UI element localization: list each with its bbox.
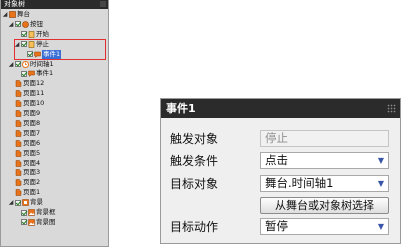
event-icon [28, 70, 35, 78]
tree-item[interactable]: 背景图 [1, 218, 108, 227]
page-icon [15, 189, 22, 196]
tree-item-label: 页面10 [23, 99, 45, 108]
tree-item[interactable]: 页面7 [1, 129, 108, 138]
image-icon [28, 219, 35, 226]
tree-item-label: 页面12 [23, 79, 45, 88]
visibility-checkbox[interactable] [21, 31, 27, 38]
visibility-checkbox[interactable] [15, 61, 21, 67]
tree-item[interactable]: 页面12 [1, 79, 108, 88]
target-action-label: 目标动作 [170, 220, 219, 234]
tree-item[interactable]: 页面9 [1, 109, 108, 118]
expand-toggle-icon[interactable]: ◢ [8, 198, 14, 207]
trigger-condition-select[interactable]: 点击 ▼ [260, 152, 389, 169]
tree-item-label: 事件1 [36, 69, 54, 78]
trigger-condition-label: 触发条件 [170, 154, 219, 168]
timeline-icon [22, 60, 29, 68]
chevron-down-icon[interactable]: ▼ [375, 220, 387, 233]
page-icon [15, 90, 22, 97]
tree-item[interactable]: ◢ 背景 [1, 198, 108, 207]
tree-item-label: 时间轴1 [30, 59, 54, 68]
visibility-checkbox[interactable] [15, 199, 21, 206]
chevron-down-icon[interactable]: ▼ [375, 177, 387, 190]
target-object-value: 舞台.时间轴1 [265, 176, 334, 190]
page-icon [15, 100, 22, 107]
panel-grip-icon[interactable] [387, 104, 396, 113]
page-icon [15, 130, 22, 137]
tree-item-label: 页面9 [23, 109, 41, 117]
object-tree-header: 对象树 [1, 0, 108, 9]
page-icon [15, 149, 22, 157]
trigger-object-label: 触发对象 [170, 132, 219, 146]
object-tree-title: 对象树 [4, 0, 25, 8]
page-icon [15, 120, 22, 127]
tree-item-label: 舞台 [17, 10, 30, 18]
tree-item[interactable]: 开始 [1, 30, 108, 39]
event-title: 事件1 [166, 102, 196, 115]
tree-item-label: 页面3 [23, 168, 41, 177]
expand-toggle-icon[interactable]: ◢ [2, 10, 8, 19]
tree-item-label: 背景 [30, 198, 43, 207]
tree-item[interactable]: 背景框 [1, 208, 108, 217]
object-tree-panel: 对象树 ◢ 舞台 ◢ 按钮 开始 ◢ 停止 事件1 ◢ 时间轴1 事件1 页面12 页面11 页面10 页面… [0, 0, 109, 247]
tree-item[interactable]: ◢ 时间轴1 [1, 60, 108, 69]
tree-item-label: 页面8 [23, 118, 41, 127]
trigger-object-value: 停止 [265, 131, 288, 145]
target-object-select[interactable]: 舞台.时间轴1 ▼ [260, 175, 389, 192]
page-icon [15, 159, 22, 167]
event-properties-header: 事件1 [161, 99, 400, 118]
stage-icon [9, 11, 16, 18]
image-icon [28, 209, 35, 216]
target-object-label: 目标对象 [170, 177, 219, 191]
event-properties-panel: 事件1 触发对象 停止 触发条件 点击 ▼ 目标对象 舞台.时间轴1 ▼ 从舞台… [160, 98, 401, 244]
tree-item[interactable]: 页面2 [1, 178, 108, 187]
tree-item[interactable]: 页面5 [1, 149, 108, 158]
tree-item-label: 按钮 [30, 19, 43, 28]
tree-item[interactable]: 页面10 [1, 99, 108, 108]
tree-item-label: 页面4 [23, 158, 41, 167]
visibility-checkbox[interactable] [21, 70, 27, 77]
tree-item[interactable]: 页面6 [1, 139, 108, 148]
expand-toggle-icon[interactable]: ◢ [8, 60, 14, 69]
state-icon [28, 30, 35, 38]
tree-item-label: 页面11 [23, 89, 45, 98]
highlight-box [14, 39, 106, 60]
visibility-checkbox[interactable] [21, 209, 27, 216]
tree-item-label: 页面6 [23, 138, 41, 147]
page-icon [15, 110, 22, 117]
tree-item[interactable]: 页面1 [1, 188, 108, 197]
tree-item-label: 背景图 [36, 217, 56, 226]
tree-item[interactable]: 页面8 [1, 119, 108, 128]
target-action-select[interactable]: 暂停 ▼ [260, 218, 389, 235]
trigger-object-field: 停止 [260, 130, 389, 147]
target-action-value: 暂停 [265, 219, 288, 233]
visibility-checkbox[interactable] [21, 219, 27, 226]
visibility-checkbox[interactable] [15, 21, 21, 28]
button-icon [22, 21, 29, 28]
background-icon [22, 199, 29, 206]
expand-toggle-icon[interactable]: ◢ [8, 20, 14, 29]
tree-item[interactable]: 页面3 [1, 168, 108, 177]
page-icon [15, 80, 22, 88]
tree-item-label: 开始 [36, 29, 49, 38]
panel-grip-icon[interactable] [100, 1, 106, 7]
tree-item-label: 页面2 [23, 178, 41, 187]
page-icon [15, 139, 22, 147]
tree-item[interactable]: 页面11 [1, 89, 108, 98]
tree-item[interactable]: 页面4 [1, 159, 108, 168]
tree-item[interactable]: ◢ 按钮 [1, 20, 108, 29]
tree-item-label: 页面1 [23, 188, 41, 197]
pick-from-stage-button[interactable]: 从舞台或对象树选择 [260, 197, 389, 214]
trigger-condition-value: 点击 [265, 153, 288, 167]
page-icon [15, 179, 22, 187]
tree-item-label: 背景框 [36, 208, 56, 216]
tree-item[interactable]: 事件1 [1, 69, 108, 78]
page-icon [15, 169, 22, 177]
tree-item-label: 页面7 [23, 128, 41, 137]
tree-item[interactable]: ◢ 舞台 [1, 10, 108, 19]
tree-item-label: 页面5 [23, 148, 41, 157]
chevron-down-icon[interactable]: ▼ [375, 154, 387, 167]
